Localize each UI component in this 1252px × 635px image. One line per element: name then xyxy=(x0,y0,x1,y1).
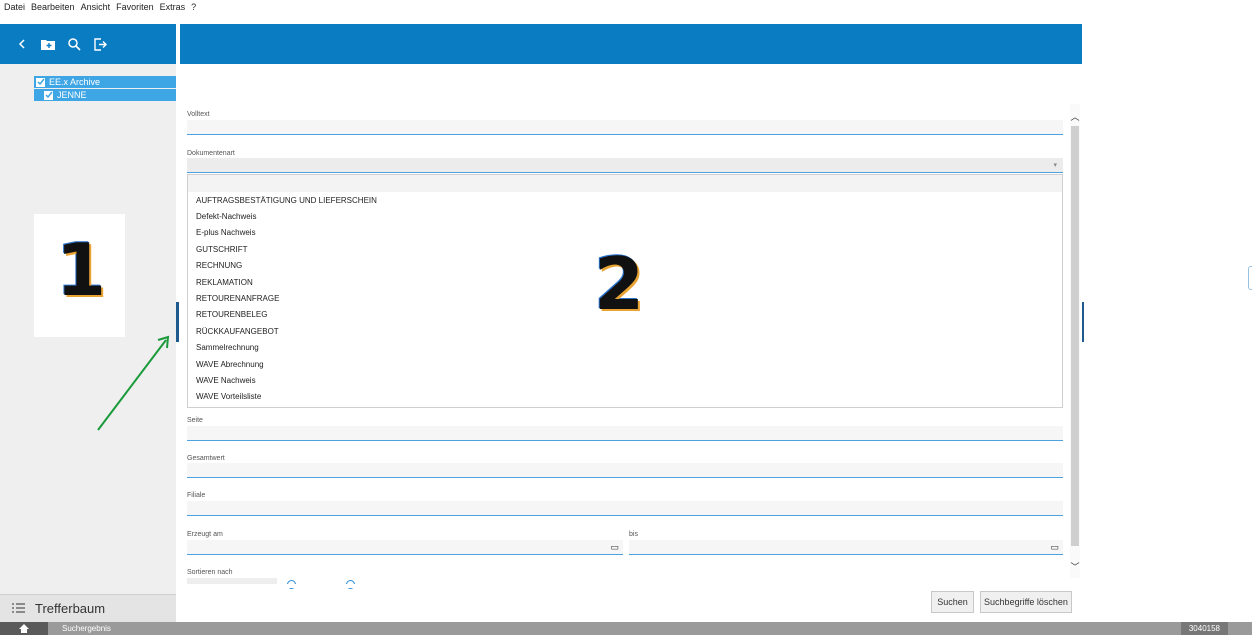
scrollbar-thumb[interactable] xyxy=(1071,126,1079,546)
form-scrollbar[interactable]: ︿ ﹀ xyxy=(1070,104,1080,578)
volltext-label: Volltext xyxy=(187,111,210,118)
dropdown-option[interactable]: Sammelrechnung xyxy=(188,340,1062,356)
checkbox-icon[interactable] xyxy=(44,90,53,100)
seite-label: Seite xyxy=(187,417,203,424)
dropdown-option[interactable]: Defekt-Nachweis xyxy=(188,208,1062,224)
menu-bearbeiten[interactable]: Bearbeiten xyxy=(31,2,75,12)
menu-extras[interactable]: Extras xyxy=(160,2,186,12)
gesamtwert-input[interactable] xyxy=(187,463,1063,478)
annotation-box-1: 1 xyxy=(34,214,125,337)
volltext-input[interactable] xyxy=(187,120,1063,135)
tree-item-jenne[interactable]: JENNE xyxy=(34,89,176,101)
folder-add-icon[interactable] xyxy=(40,36,56,52)
tree-item-archive[interactable]: EE.x Archive xyxy=(34,76,176,88)
left-splitter-handle[interactable] xyxy=(176,302,179,342)
chevron-down-icon: ▾ xyxy=(1053,162,1057,169)
chevron-left-icon[interactable] xyxy=(14,36,30,52)
dropdown-option[interactable]: WAVE Nachweis xyxy=(188,372,1062,388)
list-icon xyxy=(12,601,25,616)
annotation-arrow xyxy=(97,335,170,431)
filiale-label: Filiale xyxy=(187,492,206,499)
dropdown-option[interactable]: AUFTRAGSBESTÄTIGUNG UND LIEFERSCHEIN xyxy=(188,192,1062,208)
tree-item-label: JENNE xyxy=(57,90,87,100)
main-header xyxy=(180,24,1082,64)
home-icon xyxy=(19,624,29,633)
menu-datei[interactable]: Datei xyxy=(4,2,25,12)
erzeugt-am-label: Erzeugt am xyxy=(187,531,223,538)
erzeugt-am-input[interactable]: ▭ xyxy=(187,540,623,555)
trefferbaum-label: Trefferbaum xyxy=(35,601,106,616)
sidebar-toolbar xyxy=(0,24,176,64)
annotation-number-1: 1 xyxy=(56,228,107,312)
menu-favoriten[interactable]: Favoriten xyxy=(116,2,154,12)
checkbox-icon[interactable] xyxy=(36,77,45,87)
dokumentenart-select[interactable]: ▾ xyxy=(187,158,1063,173)
suchen-button[interactable]: Suchen xyxy=(931,591,974,613)
trefferbaum-tab[interactable]: Trefferbaum xyxy=(0,594,176,622)
form-bottom-mask xyxy=(184,584,1068,588)
bis-label: bis xyxy=(629,531,638,538)
home-tab[interactable] xyxy=(0,622,48,635)
seite-input[interactable] xyxy=(187,426,1063,441)
menu-ansicht[interactable]: Ansicht xyxy=(81,2,111,12)
dropdown-option[interactable]: WAVE Abrechnung xyxy=(188,356,1062,372)
suchbegriffe-loeschen-button[interactable]: Suchbegriffe löschen xyxy=(980,591,1072,613)
sortieren-nach-label: Sortieren nach xyxy=(187,569,233,576)
filiale-input[interactable] xyxy=(187,501,1063,516)
tree-item-label: EE.x Archive xyxy=(49,77,101,87)
calendar-icon[interactable]: ▭ xyxy=(1050,542,1059,553)
archive-tree: EE.x Archive JENNE xyxy=(34,76,176,102)
logout-icon[interactable] xyxy=(92,36,108,52)
scroll-down-icon[interactable]: ﹀ xyxy=(1070,562,1080,572)
annotation-number-2: 2 xyxy=(594,242,645,326)
status-number: 3040158 xyxy=(1180,622,1228,635)
search-icon[interactable] xyxy=(66,36,82,52)
statusbar: Suchergebnis 3040158 xyxy=(0,622,1252,635)
dokumentenart-label: Dokumentenart xyxy=(187,150,235,157)
right-edge-handle[interactable] xyxy=(1248,266,1252,290)
suchergebnis-tab[interactable]: Suchergebnis xyxy=(62,624,111,633)
gesamtwert-label: Gesamtwert xyxy=(187,455,225,462)
menubar: Datei Bearbeiten Ansicht Favoriten Extra… xyxy=(0,0,1252,14)
dropdown-empty-option[interactable] xyxy=(188,175,1062,192)
scroll-up-icon[interactable]: ︿ xyxy=(1070,112,1080,122)
dropdown-option[interactable]: E-plus Nachweis xyxy=(188,225,1062,241)
calendar-icon[interactable]: ▭ xyxy=(610,542,619,553)
menu-help[interactable]: ? xyxy=(191,2,196,12)
bis-input[interactable]: ▭ xyxy=(629,540,1063,555)
dropdown-option[interactable]: WAVE Vorteilsliste xyxy=(188,389,1062,405)
